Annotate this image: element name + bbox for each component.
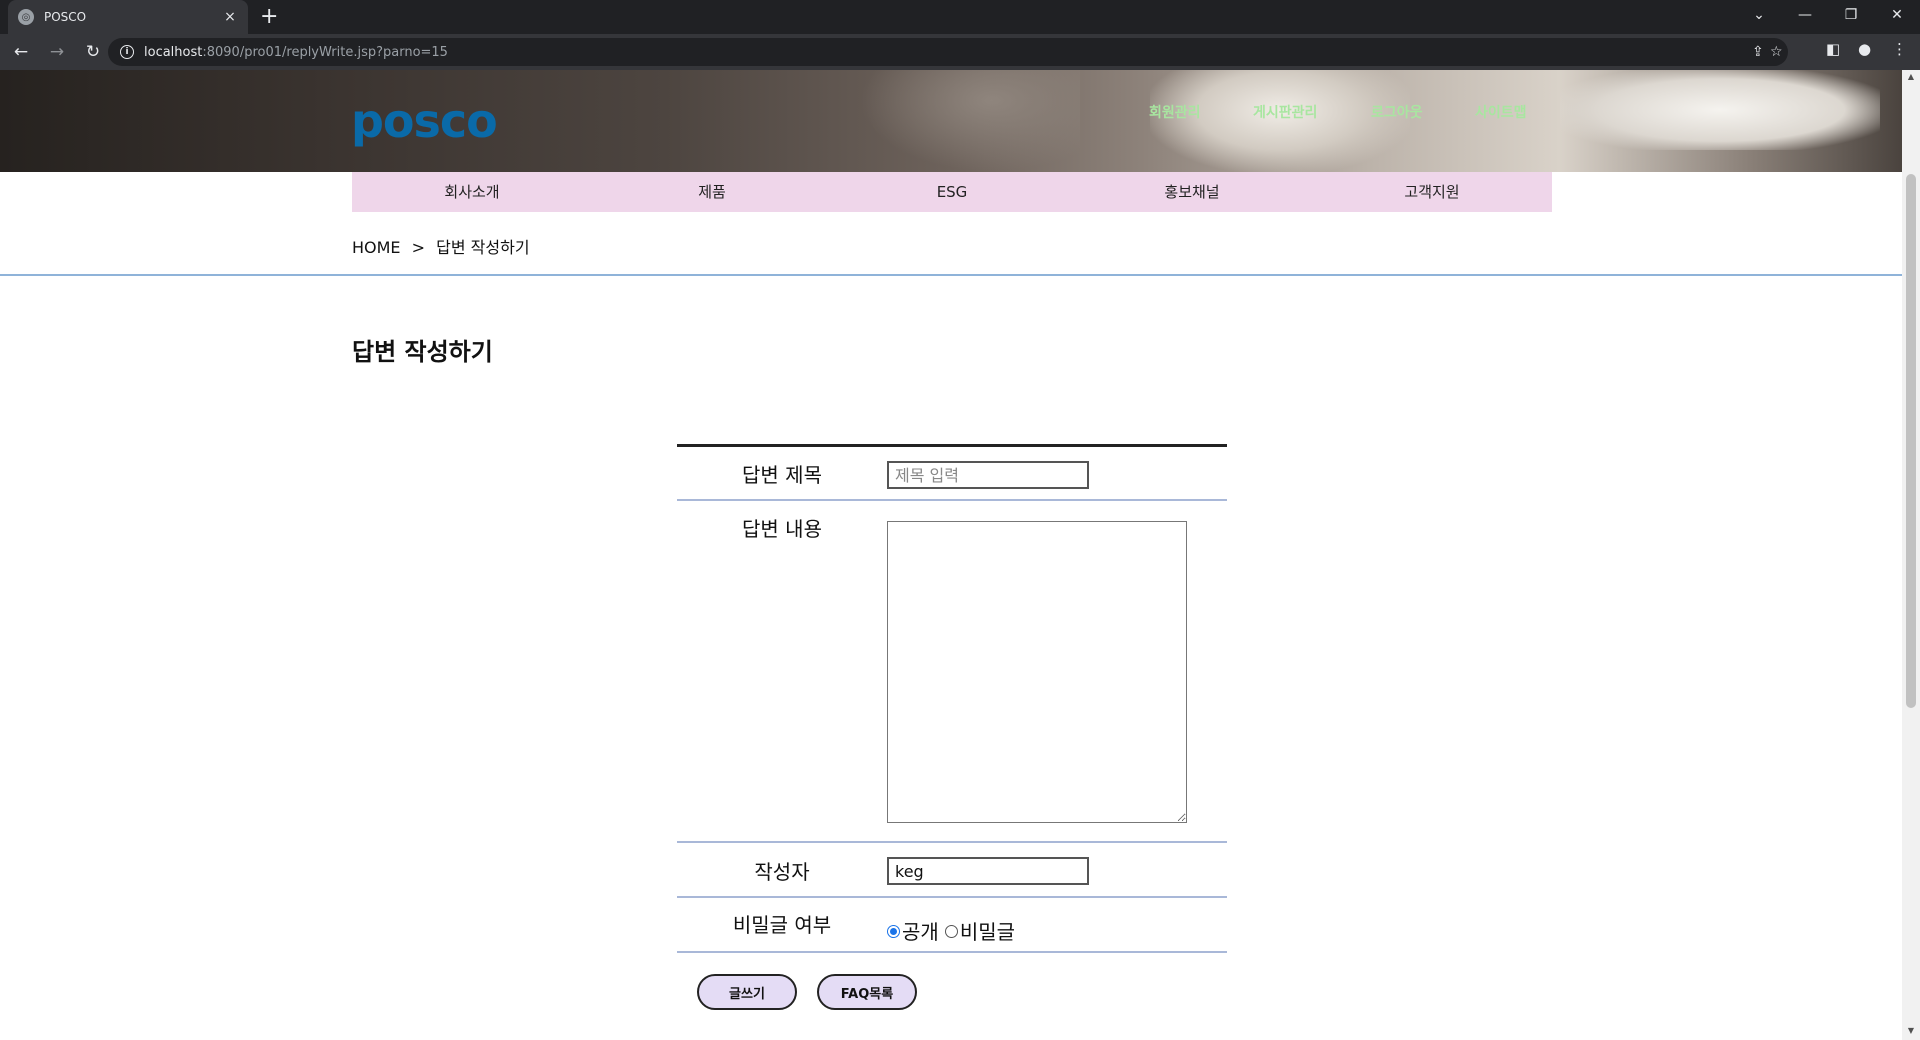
author-cell (887, 843, 1227, 896)
profile-icon[interactable]: ● (1858, 40, 1871, 58)
content-textarea[interactable] (887, 521, 1187, 823)
nav-esg[interactable]: ESG (832, 172, 1072, 212)
banner-papers (1560, 70, 1880, 150)
header-banner: posco 회원관리 게시판관리 로그아웃 사이트맵 (0, 70, 1902, 172)
form-row-secret: 비밀글 여부 공개 비밀글 (677, 898, 1227, 953)
tab-title: POSCO (44, 10, 87, 24)
title-label: 답변 제목 (742, 463, 822, 487)
back-button[interactable]: ← (6, 37, 36, 67)
share-icon[interactable]: ⇪ (1752, 44, 1764, 60)
breadcrumb-current: 답변 작성하기 (436, 238, 530, 257)
author-input[interactable] (887, 857, 1089, 885)
reply-form: 답변 제목 답변 내용 작성자 비밀글 여부 공개 비밀글 (677, 444, 1227, 953)
title-cell (887, 447, 1227, 499)
nav-pr-channel[interactable]: 홍보채널 (1072, 172, 1312, 212)
author-label: 작성자 (754, 860, 810, 884)
nav-products[interactable]: 제품 (592, 172, 832, 212)
util-nav-member[interactable]: 회원관리 (1149, 102, 1201, 122)
nav-support[interactable]: 고객지원 (1312, 172, 1552, 212)
banner-image-detail (860, 70, 1080, 172)
util-nav-logout[interactable]: 로그아웃 (1371, 102, 1423, 122)
scroll-up-icon[interactable]: ▲ (1906, 72, 1916, 81)
main-nav: 회사소개 제품 ESG 홍보채널 고객지원 (352, 172, 1552, 212)
header-divider (0, 274, 1902, 276)
secret-label: 비밀글 여부 (732, 913, 832, 937)
url-host: localhost (144, 44, 203, 60)
util-nav-board[interactable]: 게시판관리 (1253, 102, 1317, 122)
browser-toolbar: ← → ↻ i localhost :8090/pro01/replyWrite… (0, 34, 1920, 70)
breadcrumb-home[interactable]: HOME (352, 238, 401, 257)
site-info-icon[interactable]: i (120, 45, 134, 59)
util-nav-sitemap[interactable]: 사이트맵 (1475, 102, 1527, 122)
window-close-button[interactable]: ✕ (1874, 0, 1920, 30)
address-bar[interactable]: i localhost :8090/pro01/replyWrite.jsp?p… (108, 38, 1788, 66)
restore-button[interactable]: ❐ (1828, 0, 1874, 30)
globe-icon: ◎ (18, 9, 34, 25)
secret-cell: 공개 비밀글 (887, 898, 1227, 951)
form-row-author: 작성자 (677, 843, 1227, 898)
nav-company[interactable]: 회사소개 (352, 172, 592, 212)
public-radio[interactable] (887, 924, 900, 938)
close-tab-icon[interactable]: × (222, 9, 238, 25)
forward-button[interactable]: → (42, 37, 72, 67)
title-input[interactable] (887, 461, 1089, 489)
breadcrumb-separator: > (411, 238, 426, 257)
new-tab-button[interactable]: + (260, 5, 278, 29)
browser-tabstrip: ◎ POSCO × + ⌄ — ❐ ✕ (0, 0, 1920, 34)
bookmark-star-icon[interactable]: ☆ (1770, 44, 1783, 60)
browser-menu-icon[interactable]: ⋮ (1892, 40, 1907, 58)
write-button[interactable]: 글쓰기 (697, 974, 797, 1010)
page-title: 답변 작성하기 (352, 338, 493, 366)
side-panel-icon[interactable]: ◧ (1826, 40, 1840, 58)
breadcrumb: HOME > 답변 작성하기 (352, 234, 530, 258)
url-path: :8090/pro01/replyWrite.jsp?parno=15 (202, 44, 448, 60)
secret-radio[interactable] (944, 924, 958, 938)
scroll-down-icon[interactable]: ▼ (1906, 1026, 1916, 1035)
secret-radio-label: 비밀글 (959, 919, 1016, 944)
form-row-title: 답변 제목 (677, 447, 1227, 501)
posco-logo[interactable]: posco (351, 94, 498, 148)
minimize-button[interactable]: — (1782, 0, 1828, 30)
public-radio-label: 공개 (902, 919, 939, 944)
content-cell (887, 501, 1227, 841)
page-viewport: posco 회원관리 게시판관리 로그아웃 사이트맵 회사소개 제품 ESG 홍… (0, 70, 1902, 1040)
scroll-thumb[interactable] (1906, 174, 1916, 708)
tab-search-icon[interactable]: ⌄ (1736, 0, 1782, 30)
content-label: 답변 내용 (742, 517, 822, 541)
page-scrollbar[interactable]: ▲ ▼ (1902, 70, 1920, 1040)
reload-button[interactable]: ↻ (78, 37, 108, 67)
browser-tab[interactable]: ◎ POSCO × (8, 0, 248, 34)
faq-list-button[interactable]: FAQ목록 (817, 974, 917, 1010)
form-row-content: 답변 내용 (677, 501, 1227, 843)
